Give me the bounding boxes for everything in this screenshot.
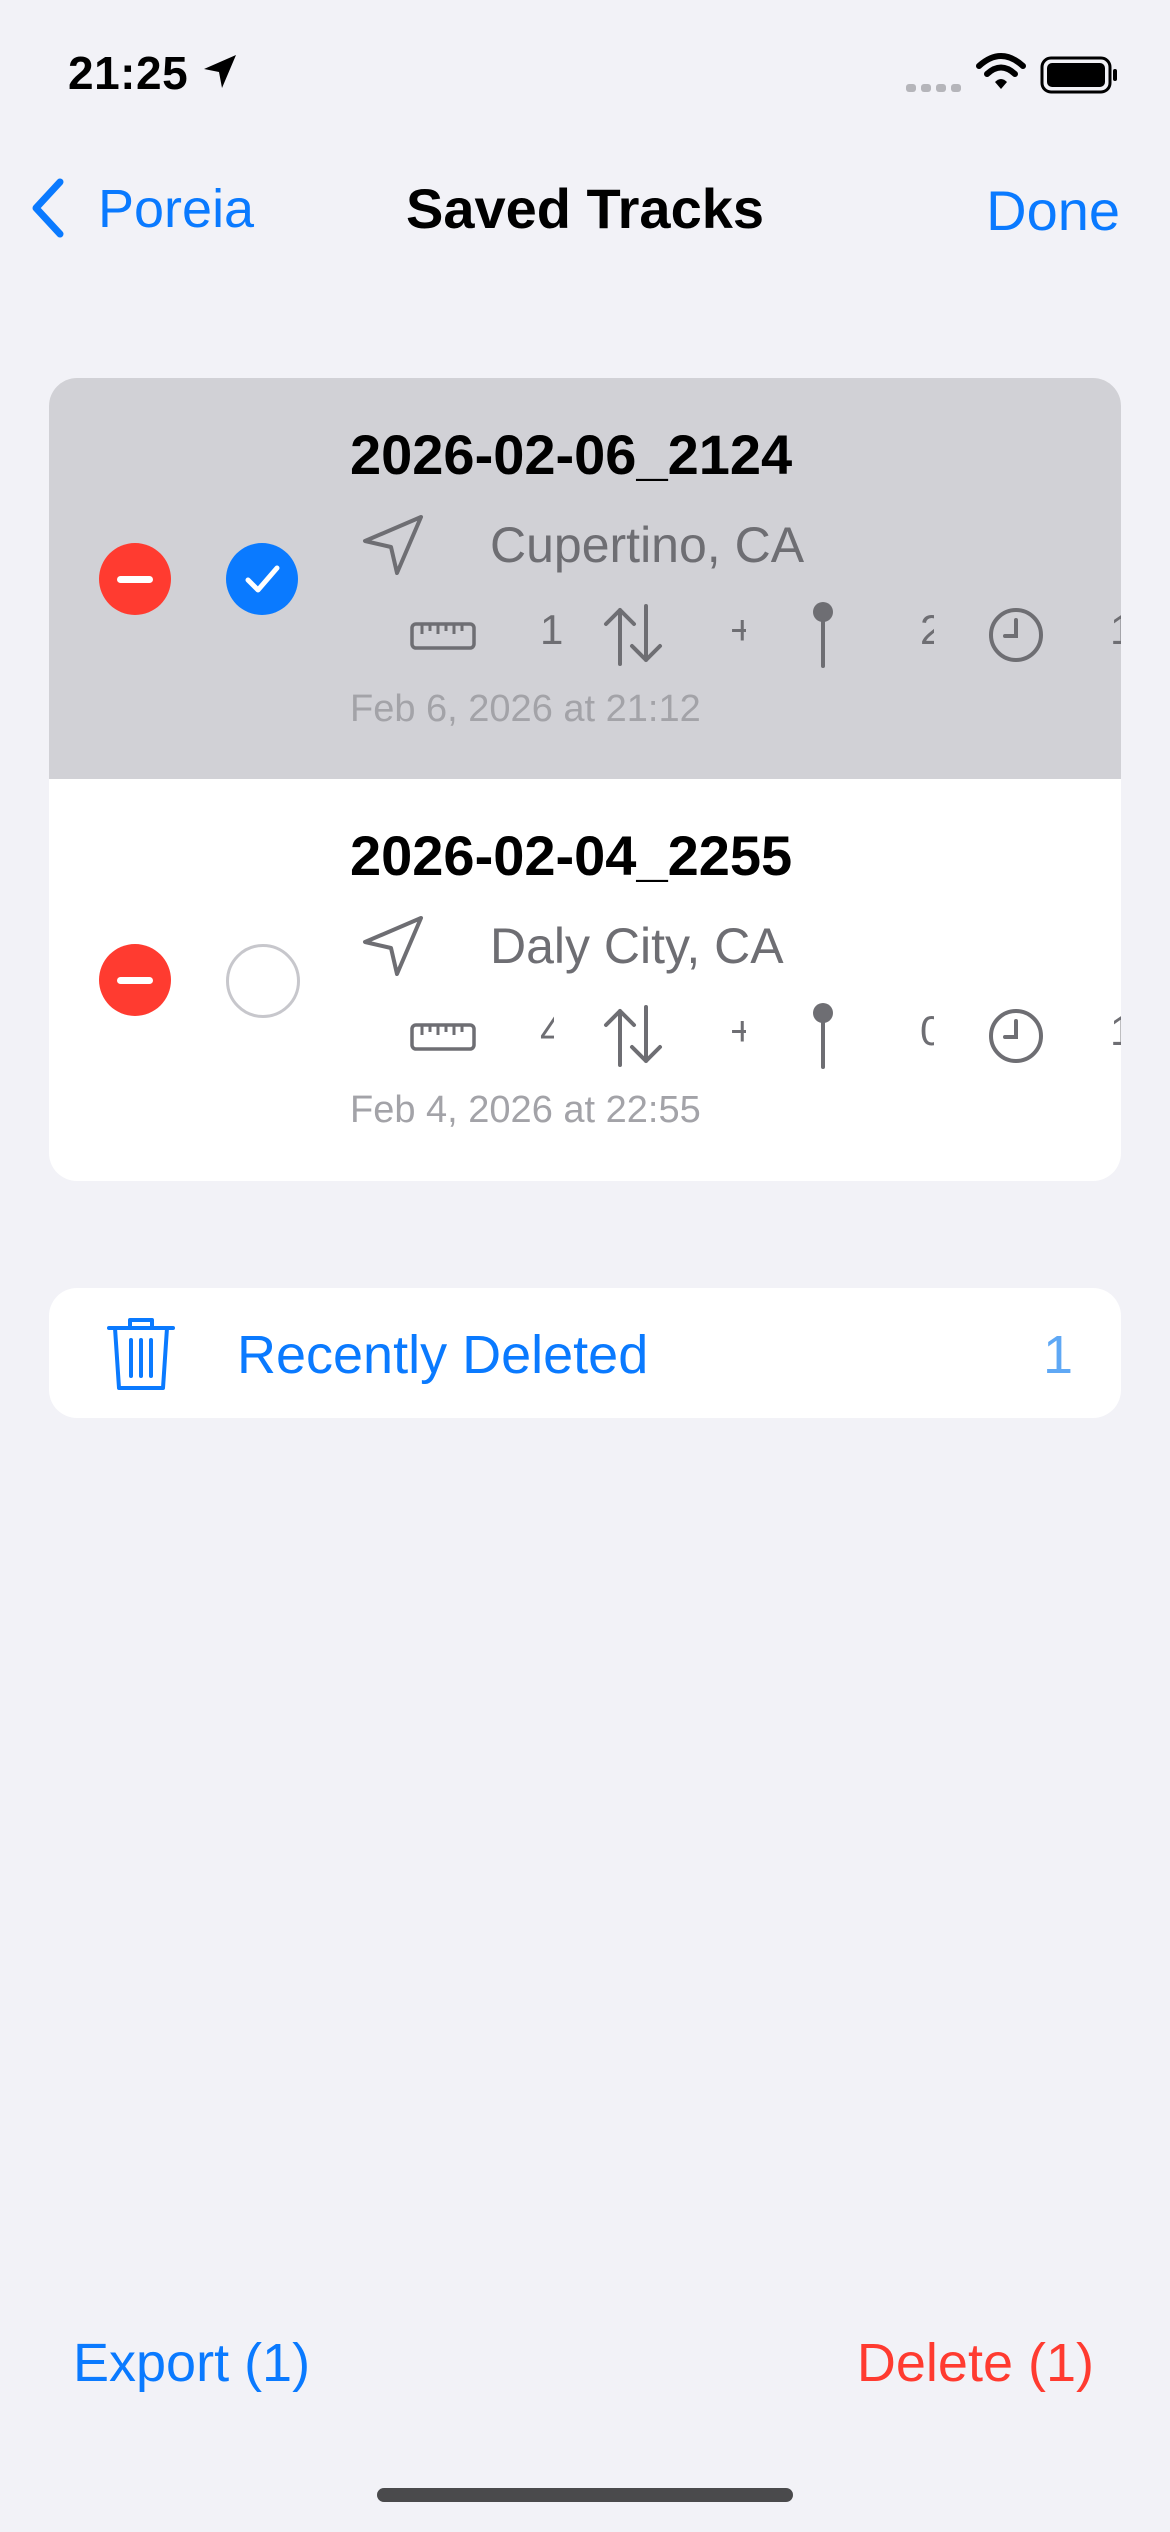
stat-points: 2 bbox=[920, 606, 934, 653]
export-button[interactable]: Export (1) bbox=[73, 2332, 310, 2394]
recently-deleted-label: Recently Deleted bbox=[237, 1325, 649, 1385]
track-location: Daly City, CA bbox=[490, 918, 784, 974]
delete-minus-button[interactable] bbox=[99, 944, 171, 1016]
selection-checkbox-unchecked[interactable] bbox=[226, 944, 300, 1018]
wifi-icon bbox=[976, 53, 1026, 89]
stat-distance: 4 bbox=[540, 1007, 554, 1054]
clock-icon bbox=[989, 608, 1043, 662]
clock-icon bbox=[989, 1009, 1043, 1063]
track-row[interactable]: 2026-02-06_2124 Cupertino, CA 1 + 2 Feb … bbox=[49, 378, 1121, 779]
cellular-signal-icon bbox=[906, 84, 961, 92]
map-pin-icon bbox=[813, 602, 833, 668]
track-stats: 1 + 2 1 bbox=[350, 600, 1121, 680]
location-arrow-icon bbox=[204, 55, 236, 88]
recently-deleted-count: 1 bbox=[1042, 1325, 1073, 1385]
elevation-arrows-icon bbox=[604, 1005, 662, 1067]
delete-minus-button[interactable] bbox=[99, 543, 171, 615]
home-indicator[interactable] bbox=[377, 2488, 793, 2502]
ruler-icon bbox=[410, 1023, 476, 1051]
track-stats: 4 + 0 1 bbox=[350, 1001, 1121, 1081]
location-arrow-outline-icon bbox=[363, 515, 423, 575]
track-row[interactable]: 2026-02-04_2255 Daly City, CA 4 + 0 Feb … bbox=[49, 779, 1121, 1180]
track-location: Cupertino, CA bbox=[490, 517, 805, 573]
stat-duration: 1 bbox=[1110, 606, 1121, 654]
trash-icon bbox=[107, 1318, 175, 1390]
map-pin-icon bbox=[813, 1003, 833, 1069]
stat-elevation: + bbox=[730, 1007, 746, 1054]
track-name: 2026-02-06_2124 bbox=[350, 423, 793, 486]
done-button[interactable]: Done bbox=[986, 178, 1120, 243]
stat-duration: 1 bbox=[1110, 1007, 1121, 1055]
tracks-list: 2026-02-06_2124 Cupertino, CA 1 + 2 Feb … bbox=[49, 378, 1121, 1181]
track-date: Feb 4, 2026 at 22:55 bbox=[350, 1089, 701, 1131]
stat-points: 0 bbox=[920, 1007, 934, 1054]
status-time: 21:25 bbox=[68, 47, 189, 99]
location-arrow-outline-icon bbox=[363, 916, 423, 976]
track-name: 2026-02-04_2255 bbox=[350, 824, 793, 887]
battery-icon bbox=[1040, 56, 1117, 94]
checkmark-icon bbox=[245, 565, 280, 593]
recently-deleted-row[interactable]: Recently Deleted 1 bbox=[49, 1288, 1121, 1418]
ruler-icon bbox=[410, 622, 476, 650]
delete-button[interactable]: Delete (1) bbox=[857, 2332, 1094, 2394]
track-date: Feb 6, 2026 at 21:12 bbox=[350, 688, 701, 730]
selection-checkbox-checked[interactable] bbox=[226, 543, 298, 615]
stat-elevation: + bbox=[730, 606, 746, 653]
elevation-arrows-icon bbox=[604, 604, 662, 666]
stat-distance: 1 bbox=[540, 606, 562, 653]
